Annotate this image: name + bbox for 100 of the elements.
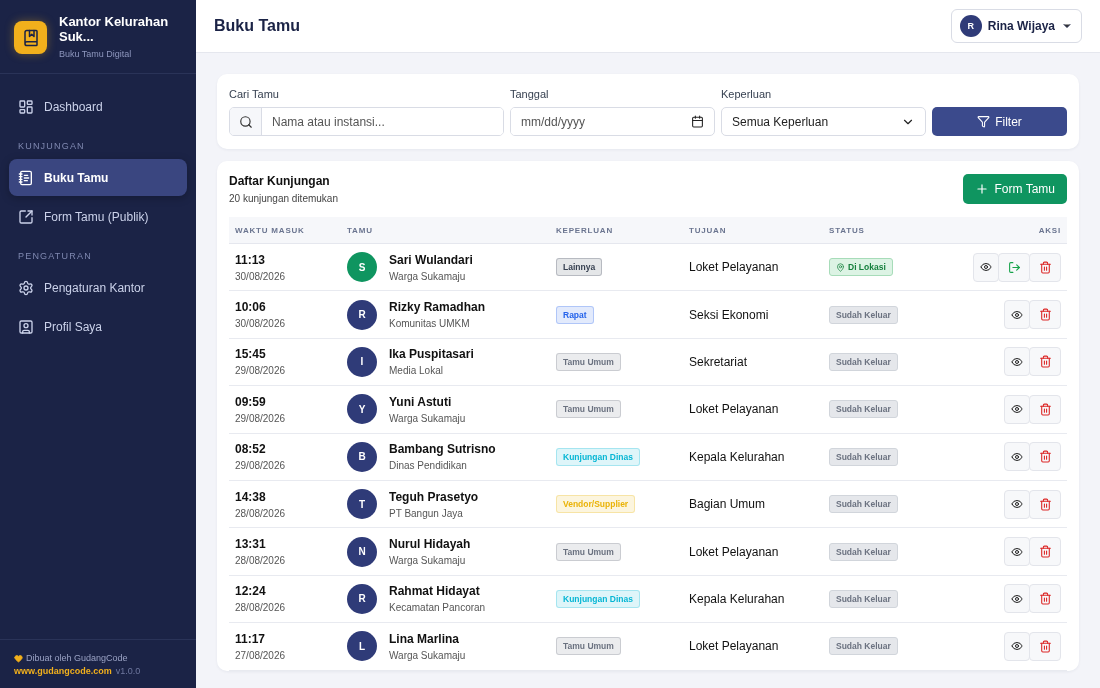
status-tag: Di Lokasi <box>829 258 893 277</box>
destination-text: Loket Pelayanan <box>689 402 780 417</box>
nav-item[interactable]: Pengaturan Kantor <box>9 269 187 306</box>
view-button[interactable] <box>973 252 999 282</box>
website-link[interactable]: www.gudangcode.com <box>14 665 112 678</box>
pin-icon <box>836 262 845 272</box>
column-header: TAMU <box>347 225 374 235</box>
date-field[interactable]: mm/dd/yyyy <box>510 107 715 136</box>
guest-avatar: T <box>347 489 377 520</box>
view-button[interactable] <box>1004 442 1030 472</box>
view-button[interactable] <box>1004 489 1030 519</box>
guest-organization: Media Lokal <box>389 365 444 377</box>
purpose-tag: Tamu Umum <box>556 542 621 561</box>
delete-button[interactable] <box>1029 442 1061 472</box>
view-button[interactable] <box>1004 347 1030 377</box>
delete-button[interactable] <box>1029 347 1061 377</box>
user-avatar: R <box>959 15 982 37</box>
column-header: TUJUAN <box>689 225 728 235</box>
guest-name: Nurul Hidayah <box>389 537 471 552</box>
nav-item[interactable]: Dashboard <box>9 88 187 125</box>
entry-time: 13:31 <box>235 537 267 552</box>
entry-date: 28/08/2026 <box>235 507 287 519</box>
entry-time: 10:06 <box>235 300 267 315</box>
calendar-icon <box>691 115 704 128</box>
view-button[interactable] <box>1004 394 1030 424</box>
guest-name: Teguh Prasetyo <box>389 489 479 504</box>
view-button[interactable] <box>1004 631 1030 661</box>
delete-button[interactable] <box>1029 631 1061 661</box>
plus-icon <box>974 182 989 196</box>
destination-text: Seksi Ekonomi <box>689 307 770 322</box>
guest-organization: Warga Sukamaju <box>389 412 466 424</box>
destination-text: Bagian Umum <box>689 497 767 512</box>
guest-organization: Warga Sukamaju <box>389 649 466 661</box>
office-name: Kantor Kelurahan Suk... <box>59 14 170 44</box>
nav-item[interactable]: Profil Saya <box>9 308 187 345</box>
delete-button[interactable] <box>1029 394 1061 424</box>
add-guest-button[interactable]: Form Tamu <box>962 174 1067 204</box>
nav-icon <box>18 279 34 296</box>
eye-icon <box>1011 640 1023 653</box>
field-label: Cari Tamu <box>229 88 280 100</box>
entry-date: 28/08/2026 <box>235 555 287 567</box>
trash-icon <box>1038 450 1052 464</box>
destination-text: Loket Pelayanan <box>689 639 780 654</box>
eye-icon <box>1011 355 1023 368</box>
nav-icon <box>18 318 34 335</box>
guest-name: Yuni Astuti <box>389 394 453 409</box>
delete-button[interactable] <box>1029 537 1061 567</box>
delete-button[interactable] <box>1029 300 1061 330</box>
guest-name: Rizky Ramadhan <box>389 300 486 315</box>
trash-icon <box>1038 592 1052 606</box>
filter-button[interactable]: Filter <box>932 107 1067 136</box>
delete-button[interactable] <box>1029 584 1061 614</box>
nav-section-heading: PENGATURAN <box>17 250 93 263</box>
guest-name: Rahmat Hidayat <box>389 584 481 599</box>
result-count: 20 kunjungan ditemukan <box>229 193 338 204</box>
purpose-tag: Kunjungan Dinas <box>556 589 640 608</box>
guest-name: Bambang Sutrisno <box>389 442 496 457</box>
trash-icon <box>1038 308 1052 322</box>
trash-icon <box>1038 639 1052 653</box>
status-tag: Sudah Keluar <box>829 305 898 324</box>
nav-item[interactable]: Form Tamu (Publik) <box>9 198 187 235</box>
guest-avatar: R <box>347 583 377 614</box>
purpose-tag: Lainnya <box>556 258 603 277</box>
purpose-select[interactable]: Semua Keperluan <box>721 107 926 136</box>
eye-icon <box>980 261 992 274</box>
status-tag: Sudah Keluar <box>829 495 898 514</box>
guest-organization: Warga Sukamaju <box>389 270 467 282</box>
guest-organization: PT Bangun Jaya <box>389 507 464 519</box>
view-button[interactable] <box>1004 584 1030 614</box>
entry-date: 28/08/2026 <box>235 602 287 614</box>
guest-organization: Dinas Pendidikan <box>389 460 468 472</box>
view-button[interactable] <box>1004 537 1030 567</box>
entry-date: 30/08/2026 <box>235 270 287 282</box>
nav-icon <box>18 98 34 115</box>
entry-time: 14:38 <box>235 489 267 504</box>
delete-button[interactable] <box>1029 489 1061 519</box>
entry-date: 30/08/2026 <box>235 318 287 330</box>
user-menu-button[interactable]: R Rina Wijaya <box>950 9 1082 43</box>
view-button[interactable] <box>1004 300 1030 330</box>
purpose-tag: Tamu Umum <box>556 352 621 371</box>
eye-icon <box>1011 403 1023 416</box>
column-header: KEPERLUAN <box>556 225 614 235</box>
checkout-button[interactable] <box>998 252 1030 282</box>
guest-name: Ika Puspitasari <box>389 347 474 362</box>
delete-button[interactable] <box>1029 252 1061 282</box>
search-field[interactable]: Nama atau instansi... <box>229 107 504 136</box>
field-label: Tanggal <box>510 88 550 100</box>
entry-date: 29/08/2026 <box>235 365 287 377</box>
column-header: AKSI <box>1037 225 1061 235</box>
exit-icon <box>1007 260 1021 274</box>
trash-icon <box>1038 497 1052 511</box>
app-subtitle: Buku Tamu Digital <box>59 49 133 59</box>
guest-avatar: L <box>347 631 377 662</box>
guest-avatar: R <box>347 299 377 330</box>
trash-icon <box>1038 260 1052 274</box>
nav-item[interactable]: Buku Tamu <box>9 159 187 196</box>
logo-icon <box>14 21 47 54</box>
heart-icon <box>14 654 23 663</box>
nav-section-heading: KUNJUNGAN <box>17 140 86 153</box>
eye-icon <box>1011 450 1023 463</box>
